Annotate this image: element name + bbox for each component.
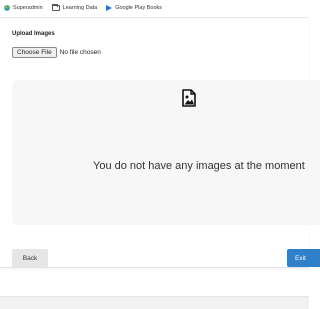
upload-title: Upload Images bbox=[12, 31, 55, 37]
exit-button[interactable]: Exit bbox=[287, 249, 320, 267]
back-button[interactable]: Back bbox=[12, 249, 48, 267]
empty-state-message: You do not have any images at the moment bbox=[93, 160, 305, 172]
bookmark-label: Learning Data bbox=[62, 5, 98, 11]
image-dropzone bbox=[12, 80, 320, 225]
file-input[interactable]: Choose File No file chosen bbox=[12, 47, 101, 58]
globe-icon bbox=[4, 5, 10, 11]
upload-card: Upload Images Choose File No file chosen… bbox=[0, 18, 320, 268]
bookmark-label: Google Play Books bbox=[115, 5, 163, 11]
choose-file-button[interactable]: Choose File bbox=[12, 47, 57, 58]
folder-icon bbox=[51, 4, 60, 11]
bookmark-label: Superadmin bbox=[13, 5, 43, 11]
file-status: No file chosen bbox=[59, 49, 101, 56]
bookmark-google-play-books[interactable]: Google Play Books bbox=[106, 5, 162, 11]
footer bbox=[0, 296, 309, 309]
image-icon bbox=[182, 89, 196, 107]
play-books-icon bbox=[106, 5, 113, 11]
bookmarks-bar: Superadmin Learning Data Google Play Boo… bbox=[0, 0, 309, 16]
bookmark-learning-data[interactable]: Learning Data bbox=[51, 4, 98, 11]
bookmark-superadmin[interactable]: Superadmin bbox=[4, 5, 43, 11]
